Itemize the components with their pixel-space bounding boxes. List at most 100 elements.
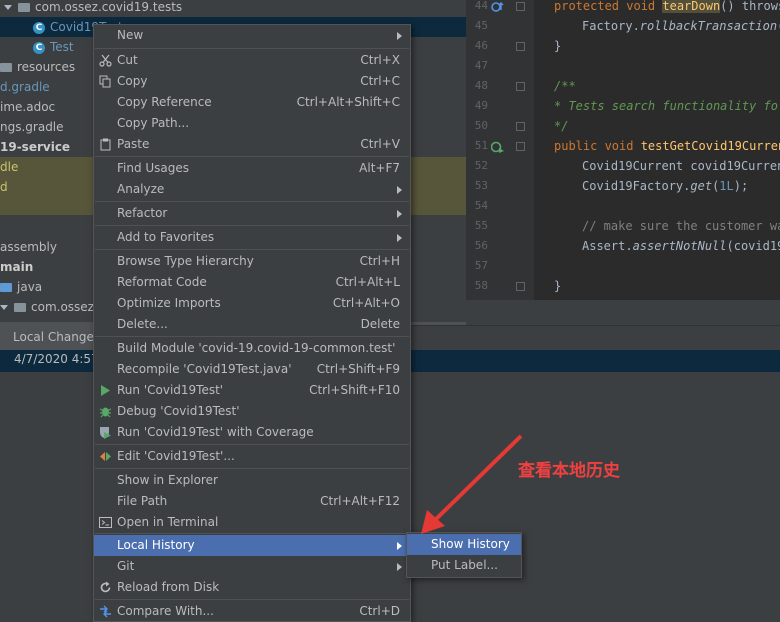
menu-separator <box>95 336 409 337</box>
menu-separator <box>95 156 409 157</box>
submenu-item-put-label[interactable]: Put Label... <box>407 555 521 576</box>
menu-item-refactor[interactable]: Refactor <box>94 203 410 224</box>
tree-row-package[interactable]: com.ossez.covid19.tests <box>0 0 182 17</box>
line-number: 44 <box>474 0 488 12</box>
menu-item-copy-reference[interactable]: Copy Reference Ctrl+Alt+Shift+C <box>94 92 410 113</box>
menu-item-copy[interactable]: Copy Ctrl+C <box>94 71 410 92</box>
tree-row-package-2[interactable]: com.ossez.c <box>0 297 104 317</box>
fold-marker-icon[interactable] <box>516 122 525 131</box>
debug-icon <box>99 407 112 418</box>
menu-item-add-to-favorites[interactable]: Add to Favorites <box>94 227 410 248</box>
java-class-icon: C <box>33 21 45 34</box>
menu-item-open-in-terminal[interactable]: Open in Terminal <box>94 512 410 533</box>
editor-gutter: 44 45 46 47 48 49 50 51 52 53 54 55 56 5… <box>466 0 534 300</box>
menu-item-file-path[interactable]: File Path Ctrl+Alt+F12 <box>94 491 410 512</box>
tree-row-resources[interactable]: resources <box>0 57 75 77</box>
source-folder-icon <box>0 283 12 292</box>
expand-arrow-icon[interactable] <box>4 5 12 10</box>
menu-item-analyze[interactable]: Analyze <box>94 179 410 200</box>
line-number: 48 <box>474 79 488 92</box>
menu-item-optimize-imports[interactable]: Optimize Imports Ctrl+Alt+O <box>94 293 410 314</box>
tree-row-java[interactable]: java <box>0 277 42 297</box>
package-folder-icon <box>14 303 26 312</box>
submenu-arrow-icon <box>397 542 402 550</box>
override-marker-icon[interactable] <box>491 1 505 13</box>
menu-item-compare-with[interactable]: Compare With... Ctrl+D <box>94 601 410 621</box>
line-number: 45 <box>474 19 488 32</box>
fold-marker-icon[interactable] <box>516 142 525 151</box>
tree-row-service[interactable]: 19-service <box>0 137 70 157</box>
tree-row-main[interactable]: main <box>0 257 33 277</box>
fold-marker-icon[interactable] <box>516 2 525 11</box>
line-number: 47 <box>474 59 488 72</box>
menu-item-local-history[interactable]: Local History <box>94 535 410 556</box>
clipboard-icon <box>100 138 111 151</box>
terminal-icon <box>99 517 112 528</box>
fold-marker-icon[interactable] <box>516 282 525 291</box>
menu-separator <box>95 533 409 534</box>
line-number: 49 <box>474 99 488 112</box>
line-number: 51 <box>474 139 488 152</box>
line-number: 58 <box>474 279 488 292</box>
menu-item-run-with-coverage[interactable]: Run 'Covid19Test' with Coverage <box>94 422 410 443</box>
menu-item-paste[interactable]: Paste Ctrl+V <box>94 134 410 155</box>
menu-item-copy-path[interactable]: Copy Path... <box>94 113 410 134</box>
compare-icon <box>100 605 111 618</box>
menu-item-show-in-explorer[interactable]: Show in Explorer <box>94 470 410 491</box>
menu-item-reload-from-disk[interactable]: Reload from Disk <box>94 577 410 598</box>
fold-marker-icon[interactable] <box>516 82 525 91</box>
menu-item-cut[interactable]: Cut Ctrl+X <box>94 50 410 71</box>
menu-item-debug[interactable]: Debug 'Covid19Test' <box>94 401 410 422</box>
submenu-arrow-icon <box>397 210 402 218</box>
menu-separator <box>95 225 409 226</box>
tree-row-assembly[interactable]: assembly <box>0 237 57 257</box>
line-number: 46 <box>474 39 488 52</box>
tab-local-changes[interactable]: Local Changes <box>0 325 109 350</box>
menu-item-run[interactable]: Run 'Covid19Test' Ctrl+Shift+F10 <box>94 380 410 401</box>
line-number: 53 <box>474 179 488 192</box>
code-editor[interactable]: 44 45 46 47 48 49 50 51 52 53 54 55 56 5… <box>466 0 780 300</box>
menu-separator <box>95 201 409 202</box>
copy-icon <box>99 75 111 88</box>
expand-arrow-icon[interactable] <box>0 305 8 310</box>
menu-item-git[interactable]: Git <box>94 556 410 577</box>
menu-separator <box>95 249 409 250</box>
run-test-gutter-icon[interactable] <box>491 141 505 153</box>
coverage-icon <box>100 427 111 439</box>
code-line-46: } <box>554 39 562 53</box>
menu-item-delete[interactable]: Delete... Delete <box>94 314 410 335</box>
menu-separator <box>95 599 409 600</box>
tree-row-settings-gradle[interactable]: ngs.gradle <box>0 117 64 137</box>
menu-item-reformat-code[interactable]: Reformat Code Ctrl+Alt+L <box>94 272 410 293</box>
tree-row-test[interactable]: C Test <box>0 37 74 57</box>
code-line-53: Covid19Factory.get(1L); <box>582 179 749 193</box>
annotation-arrow-icon <box>421 434 523 534</box>
code-line-48: /** <box>554 79 576 93</box>
line-number: 57 <box>474 259 488 272</box>
line-number: 50 <box>474 119 488 132</box>
menu-item-find-usages[interactable]: Find Usages Alt+F7 <box>94 158 410 179</box>
menu-item-new[interactable]: New <box>94 25 410 46</box>
submenu-arrow-icon <box>397 32 402 40</box>
tree-row-adoc[interactable]: ime.adoc <box>0 97 55 117</box>
submenu-arrow-icon <box>397 186 402 194</box>
fold-marker-icon[interactable] <box>516 42 525 51</box>
code-line-52: Covid19Current covid19Current <box>582 159 780 173</box>
menu-separator <box>95 444 409 445</box>
tree-row-build-gradle[interactable]: d.gradle <box>0 77 50 97</box>
code-line-45: Factory.rollbackTransaction( <box>582 19 780 33</box>
menu-item-recompile[interactable]: Recompile 'Covid19Test.java' Ctrl+Shift+F… <box>94 359 410 380</box>
run-icon <box>101 385 110 396</box>
code-line-50: */ <box>554 119 569 133</box>
code-line-51: public void testGetCovid19Current <box>554 139 780 153</box>
code-line-58: } <box>554 279 562 293</box>
menu-item-edit-configuration[interactable]: Edit 'Covid19Test'... <box>94 446 410 467</box>
menu-separator <box>95 468 409 469</box>
menu-item-build-module[interactable]: Build Module 'covid-19.covid-19-common.t… <box>94 338 410 359</box>
edit-config-icon <box>100 452 111 461</box>
line-number: 52 <box>474 159 488 172</box>
menu-item-browse-type-hierarchy[interactable]: Browse Type Hierarchy Ctrl+H <box>94 251 410 272</box>
annotation-text: 查看本地历史 <box>518 461 620 481</box>
package-folder-icon <box>18 3 30 12</box>
line-number: 56 <box>474 239 488 252</box>
